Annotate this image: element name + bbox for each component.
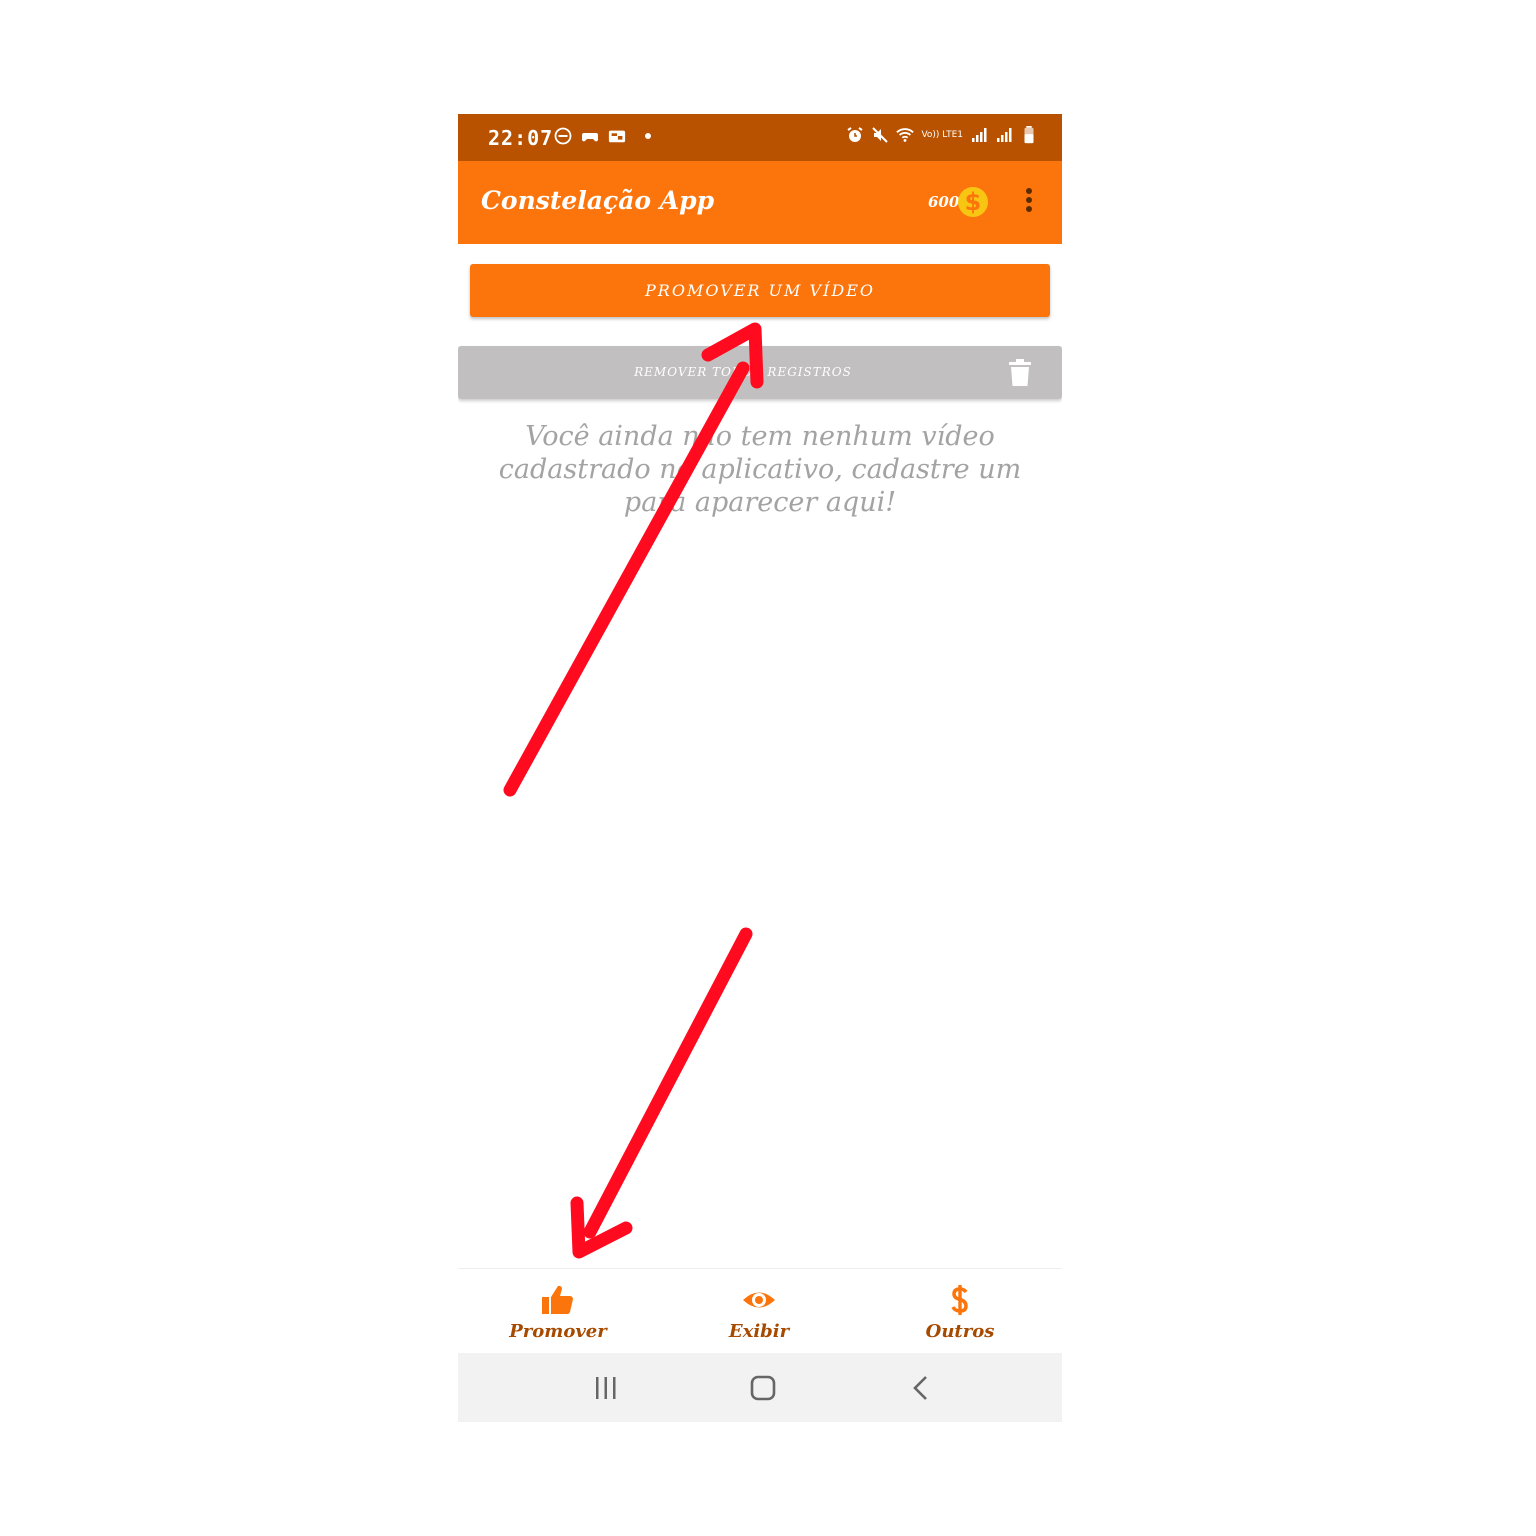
back-icon[interactable] [907, 1375, 935, 1401]
recent-apps-icon[interactable] [592, 1375, 620, 1401]
more-options-menu[interactable] [1024, 188, 1034, 218]
dollar-icon [951, 1285, 968, 1315]
app-title: Constelação App [481, 186, 715, 215]
status-time: 22:07 [488, 126, 554, 150]
alarm-icon [847, 127, 864, 142]
game-controller-icon [582, 133, 598, 142]
kebab-dot [1026, 197, 1032, 203]
network-type-label: Vo)) LTE1 [921, 129, 963, 140]
remove-all-label: REMOVER TODOS REGISTROS [634, 365, 852, 379]
remove-all-records-button[interactable]: REMOVER TODOS REGISTROS [458, 346, 1062, 399]
kebab-dot [1026, 206, 1032, 212]
status-bar: 22:07 Vo)) LTE1 [458, 114, 1062, 161]
nav-item-promover[interactable]: Promover [458, 1269, 658, 1354]
status-right-icons: Vo)) LTE1 [846, 126, 1038, 144]
coin-count: 600 [928, 193, 960, 211]
more-notifications-dot [645, 133, 651, 139]
bottom-navigation: Promover Exibir Outros [458, 1268, 1062, 1354]
do-not-disturb-icon [554, 127, 572, 145]
kebab-dot [1026, 188, 1032, 194]
nav-label-promover: Promover [509, 1321, 607, 1342]
signal-icon [997, 128, 1012, 142]
nav-item-exibir[interactable]: Exibir [659, 1269, 859, 1354]
mute-icon [872, 127, 889, 143]
battery-icon [1024, 126, 1034, 144]
home-icon[interactable] [749, 1375, 777, 1401]
trash-icon[interactable] [1009, 359, 1031, 386]
system-navigation-bar [458, 1353, 1062, 1422]
phone-screen: 22:07 Vo)) LTE1 Constelação App 600 $ PR… [458, 114, 1062, 1422]
status-left-icons [554, 127, 651, 145]
eye-icon [743, 1292, 775, 1308]
signal-icon [972, 128, 987, 142]
promote-video-button[interactable]: PROMOVER UM VÍDEO [470, 264, 1050, 317]
app-bar: Constelação App 600 $ [458, 161, 1062, 244]
coin-icon: $ [958, 187, 988, 217]
thumbs-up-icon [542, 1285, 573, 1315]
nav-label-outros: Outros [925, 1321, 995, 1342]
wifi-icon [896, 128, 915, 142]
notification-app-icon [608, 130, 626, 143]
nav-item-outros[interactable]: Outros [860, 1269, 1060, 1354]
nav-label-exibir: Exibir [728, 1321, 790, 1342]
empty-state-message: Você ainda não tem nenhum vídeo cadastra… [498, 421, 1022, 518]
